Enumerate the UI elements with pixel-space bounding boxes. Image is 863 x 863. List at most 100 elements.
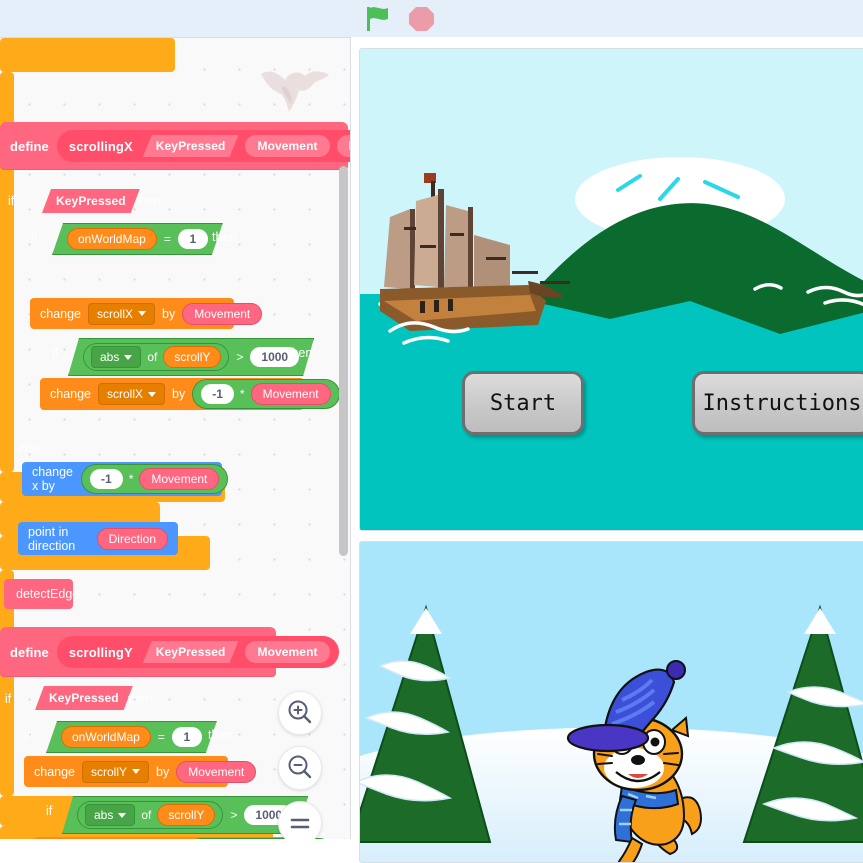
then-keyword-outer-2: then [128,692,153,706]
variable-scrolly-abs-2[interactable]: scrollY [157,804,215,826]
define-hat-scrollingx[interactable]: define scrollingX KeyPressed Movement Di… [0,122,350,170]
zoom-out-button[interactable] [278,746,322,790]
abs-operator-block[interactable]: abs of scrollY [83,343,229,371]
dragon-sprite-watermark [255,60,335,120]
multiply-sign-2: * [128,472,134,486]
procedure-name-2: scrollingY [68,644,133,660]
variable-dropdown-scrollx[interactable]: scrollX [88,302,156,325]
variable-scrolly-abs[interactable]: scrollY [163,346,221,368]
change-scrolly-block[interactable]: change scrollY by Movement [24,756,257,787]
of-keyword: of [147,350,158,364]
start-button[interactable]: Start [462,371,584,435]
chevron-down-icon [132,769,141,774]
variable-onworldmap[interactable]: onWorldMap [67,228,157,250]
then-keyword-inner: then [212,230,237,244]
by-keyword: by [162,306,176,321]
param-movement-2[interactable]: Movement [245,641,330,663]
multiply-sign: * [239,387,245,401]
variable-dropdown-scrollx-2[interactable]: scrollX [98,383,166,405]
start-button-label: Start [489,390,557,416]
scratch-editor-root: define scrollingX KeyPressed Movement Di… [0,0,863,863]
world-map-stage[interactable]: Start Instructions [359,48,863,531]
procedure-prototype-2: scrollingY KeyPressed Movement [56,636,339,668]
if-keyword-outer: if [8,194,15,208]
else-keyword: else [18,441,41,455]
by-keyword-3: by [156,764,170,779]
then-keyword-outer: then [136,194,161,208]
then-keyword-inner-2: then [208,728,233,742]
math-fn-label: abs [100,350,120,364]
change-scrollx-mult-block[interactable]: change scrollX by -1 * Movement [40,378,340,410]
cond-keypressed-outer-2[interactable]: KeyPressed [35,686,133,710]
instructions-button[interactable]: Instructions [692,371,863,435]
variable-dropdown-label-3: scrollY [91,764,128,779]
if-else-outer-top[interactable] [0,38,175,72]
equals-operator-block[interactable]: onWorldMap = 1 [52,223,223,255]
math-fn-dropdown[interactable]: abs [91,346,141,368]
param-movement[interactable]: Movement [245,135,330,157]
by-keyword-2: by [172,387,186,401]
abs-operator-block-2[interactable]: abs of scrollY [77,801,223,829]
zoom-reset-button[interactable] [278,801,322,839]
param-keypressed[interactable]: KeyPressed [143,135,239,157]
instructions-button-label: Instructions [702,390,862,416]
multiply-left-input-2[interactable]: -1 [90,469,123,489]
equals-sign: = [163,232,171,246]
define-hat-scrollingy[interactable]: define scrollingY KeyPressed Movement [0,627,339,677]
stop-sign-icon[interactable] [408,6,435,32]
if-keyword-inner: if [31,230,38,244]
greater-than-operator-block[interactable]: abs of scrollY > 1000 [68,338,314,376]
param-direction[interactable]: Direction [336,135,350,157]
procedure-prototype: scrollingX KeyPressed Movement Direction [56,130,350,162]
define-keyword: define [10,138,49,154]
detectedge-label: detectEdge [16,587,80,601]
winter-scene-canvas [360,542,863,862]
greater-than-sign: > [236,350,244,364]
reporter-movement-3[interactable]: Movement [139,468,220,490]
chevron-down-icon [118,813,126,818]
cond-keypressed-outer[interactable]: KeyPressed [42,189,140,213]
change-keyword-2: change [50,387,92,401]
chevron-down-icon [138,311,147,316]
change-x-by-block[interactable]: change x by -1 * Movement [22,462,229,496]
reporter-movement[interactable]: Movement [182,302,263,325]
variable-dropdown-scrolly[interactable]: scrollY [82,760,150,783]
greater-than-operator-block-2[interactable]: abs of scrollY > 1000 [62,796,308,834]
point-in-direction-label: point in direction [28,524,76,553]
math-fn-label-2: abs [94,808,114,822]
greater-than-sign-2: > [230,808,238,822]
if-keyword-abs: if [52,346,59,360]
procedure-name: scrollingX [68,138,133,154]
of-keyword-2: of [141,808,152,822]
point-in-direction-block[interactable]: point in direction Direction [18,522,178,555]
math-fn-dropdown-2[interactable]: abs [85,804,135,826]
workspace-vertical-scrollbar[interactable] [339,166,348,556]
code-workspace[interactable]: define scrollingX KeyPressed Movement Di… [0,37,351,839]
equals-value-input[interactable]: 1 [178,229,208,249]
winter-scene-stage[interactable] [359,541,863,863]
equals-operator-block-2[interactable]: onWorldMap = 1 [46,721,217,753]
then-keyword-abs: then [288,346,313,360]
zoom-in-button[interactable] [278,691,322,735]
multiply-left-input[interactable]: -1 [201,384,234,404]
if-keyword-outer-2: if [5,692,12,706]
multiply-operator-block-2[interactable]: -1 * Movement [81,464,229,494]
multiply-operator-block[interactable]: -1 * Movement [192,379,340,409]
define-keyword-2: define [10,644,49,660]
change-x-by-label: change x by [32,465,74,493]
equals-sign-2: = [157,730,165,744]
param-keypressed-2[interactable]: KeyPressed [143,641,239,663]
equals-value-input-2[interactable]: 1 [172,727,202,747]
call-detectedge-block[interactable]: detectEdge [4,579,79,609]
change-scrolly-mult-block[interactable]: change scrollY by -1 * Movement [34,837,334,839]
chevron-down-icon [124,355,132,360]
change-scrollx-block[interactable]: change scrollX by Movement [30,298,263,329]
top-toolbar [0,0,863,37]
green-flag-icon[interactable] [365,6,393,32]
variable-onworldmap-2[interactable]: onWorldMap [61,726,151,748]
reporter-movement-2[interactable]: Movement [250,383,331,405]
variable-dropdown-label-2: scrollX [107,387,144,401]
reporter-movement-4[interactable]: Movement [176,760,257,783]
reporter-direction[interactable]: Direction [96,527,168,550]
world-map-stage-canvas [360,49,863,530]
